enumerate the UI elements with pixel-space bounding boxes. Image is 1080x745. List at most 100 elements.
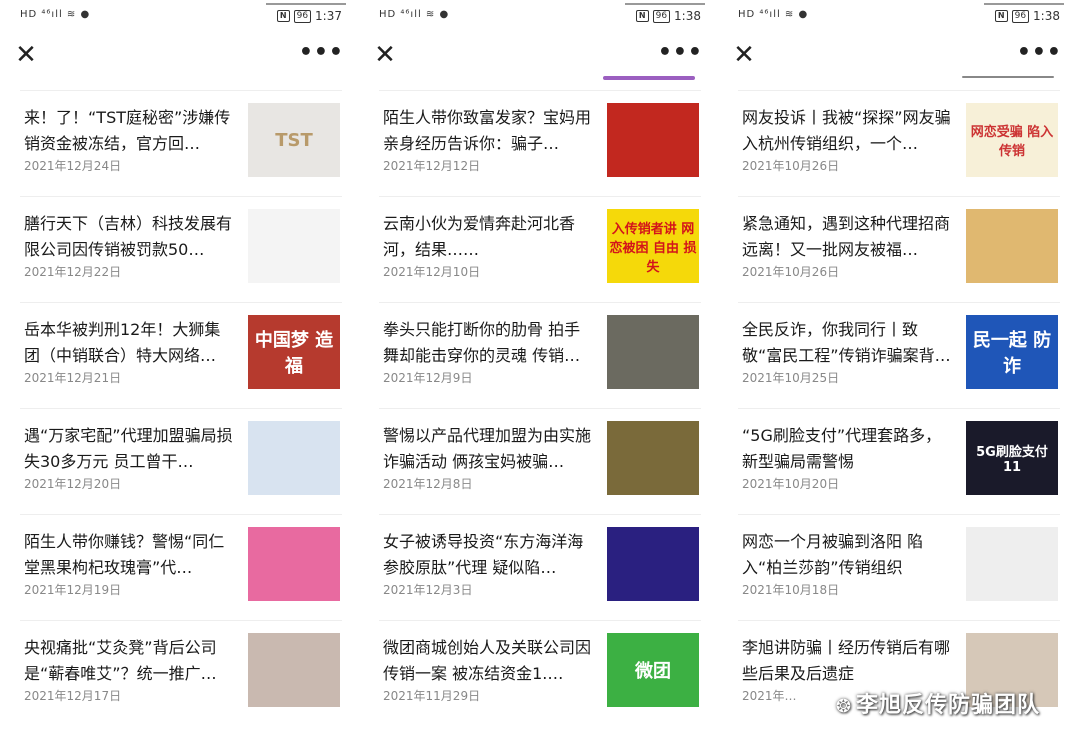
article-title: 央视痛批“艾灸凳”背后公司是“蕲春唯艾”？统一推广… bbox=[24, 638, 217, 683]
more-options-button[interactable]: ••• bbox=[1017, 40, 1062, 65]
article-date: 2021年12月20日 bbox=[24, 477, 122, 491]
list-item[interactable]: 微团商城创始人及关联公司因传销一案 被冻结资金1.… 2021年11月29日 微团 bbox=[379, 620, 701, 726]
status-bar: HD ⁴⁶ıll ≋ ● N 96 1:38 bbox=[720, 4, 1078, 28]
close-button[interactable]: ✕ bbox=[14, 42, 38, 68]
article-date: 2021年12月12日 bbox=[383, 159, 481, 173]
thumbnail-caption: 微团 bbox=[635, 661, 671, 682]
status-time: 1:37 bbox=[315, 9, 342, 23]
thumbnail-caption: 民一起 防诈 bbox=[972, 330, 1052, 377]
article-title: 微团商城创始人及关联公司因传销一案 被冻结资金1.… bbox=[383, 638, 592, 683]
article-title: 陌生人带你致富发家？宝妈用亲身经历告诉你：骗子… bbox=[383, 108, 592, 153]
watermark-text: 李旭反传防骗团队 bbox=[855, 693, 1040, 718]
signal-icons: HD ⁴⁶ıll ≋ ● bbox=[379, 9, 450, 20]
status-time: 1:38 bbox=[1033, 9, 1060, 23]
scroll-progress bbox=[603, 76, 695, 80]
status-right: N 96 1:38 bbox=[994, 9, 1060, 23]
list-item[interactable]: 警惕以产品代理加盟为由实施诈骗活动 俩孩宝妈被骗… 2021年12月8日 bbox=[379, 408, 701, 514]
article-thumbnail bbox=[248, 421, 340, 495]
article-list: 陌生人带你致富发家？宝妈用亲身经历告诉你：骗子… 2021年12月12日云南小伙为… bbox=[379, 90, 701, 726]
more-options-button[interactable]: ••• bbox=[658, 40, 703, 65]
close-button[interactable]: ✕ bbox=[732, 42, 756, 68]
article-thumbnail: 中国梦 造福 bbox=[248, 315, 340, 389]
article-thumbnail bbox=[248, 209, 340, 283]
battery-icon: 96 bbox=[652, 9, 671, 23]
list-item[interactable]: 网友投诉丨我被“探探”网友骗入杭州传销组织，一个… 2021年10月26日 网恋受骗… bbox=[738, 90, 1060, 196]
list-item[interactable]: 全民反诈，你我同行丨致敬“富民工程”传销诈骗案背… 2021年10月25日 民一起 … bbox=[738, 302, 1060, 408]
article-title: 陌生人带你赚钱？警惕“同仁堂黑果枸杞玫瑰膏”代… bbox=[24, 532, 225, 577]
article-thumbnail bbox=[248, 527, 340, 601]
battery-icon: 96 bbox=[293, 9, 312, 23]
list-item[interactable]: 膳行天下（吉林）科技发展有限公司因传销被罚款50… 2021年12月22日 bbox=[20, 196, 342, 302]
thumbnail-caption: 入传销者讲 网恋被困 自由 损失 bbox=[609, 221, 697, 275]
thumbnail-caption: 网恋受骗 陷入传销 bbox=[970, 125, 1054, 159]
article-thumbnail bbox=[966, 527, 1058, 601]
article-thumbnail bbox=[607, 527, 699, 601]
nfc-icon: N bbox=[994, 10, 1008, 22]
status-bar: HD ⁴⁶ıll ≋ ● N 96 1:38 bbox=[361, 4, 719, 28]
article-date: 2021年12月19日 bbox=[24, 583, 122, 597]
nav-bar: ✕ ••• bbox=[361, 36, 719, 76]
article-thumbnail bbox=[607, 421, 699, 495]
article-list: 网友投诉丨我被“探探”网友骗入杭州传销组织，一个… 2021年10月26日 网恋受骗… bbox=[738, 90, 1060, 726]
list-item[interactable]: 紧急通知，遇到这种代理招商远离！又一批网友被福… 2021年10月26日 bbox=[738, 196, 1060, 302]
scroll-progress bbox=[962, 76, 1054, 78]
watermark: ❂ 李旭反传防骗团队 bbox=[836, 687, 1040, 719]
article-thumbnail: 入传销者讲 网恋被困 自由 损失 bbox=[607, 209, 699, 283]
signal-icons: HD ⁴⁶ıll ≋ ● bbox=[20, 9, 91, 20]
article-thumbnail: 网恋受骗 陷入传销 bbox=[966, 103, 1058, 177]
article-thumbnail: 微团 bbox=[607, 633, 699, 707]
article-title: 遇“万家宅配”代理加盟骗局损失30多万元 员工曾干… bbox=[24, 426, 233, 471]
article-title: “5G刷脸支付”代理套路多，新型骗局需警惕 bbox=[742, 426, 942, 471]
article-date: 2021年10月18日 bbox=[742, 583, 840, 597]
list-item[interactable]: 来！了！“TST庭秘密”涉嫌传销资金被冻结，官方回… 2021年12月24日 TST bbox=[20, 90, 342, 196]
close-button[interactable]: ✕ bbox=[373, 42, 397, 68]
signal-icons: HD ⁴⁶ıll ≋ ● bbox=[738, 9, 809, 20]
nfc-icon: N bbox=[276, 10, 290, 22]
list-item[interactable]: 女子被诱导投资“东方海洋海参胶原肽”代理 疑似陷… 2021年12月3日 bbox=[379, 514, 701, 620]
article-date: 2021年… bbox=[742, 689, 797, 703]
article-date: 2021年12月24日 bbox=[24, 159, 122, 173]
article-date: 2021年10月26日 bbox=[742, 159, 840, 173]
list-item[interactable]: 遇“万家宅配”代理加盟骗局损失30多万元 员工曾干… 2021年12月20日 bbox=[20, 408, 342, 514]
thumbnail-caption: 5G刷脸支付 11 bbox=[976, 445, 1048, 475]
more-options-button[interactable]: ••• bbox=[299, 40, 344, 65]
article-thumbnail: 民一起 防诈 bbox=[966, 315, 1058, 389]
article-thumbnail bbox=[248, 633, 340, 707]
battery-icon: 96 bbox=[1011, 9, 1030, 23]
article-date: 2021年12月3日 bbox=[383, 583, 473, 597]
list-item[interactable]: 云南小伙为爱情奔赴河北香河，结果…… 2021年12月10日 入传销者讲 网恋被困 … bbox=[379, 196, 701, 302]
thumbnail-caption: TST bbox=[275, 129, 313, 151]
list-item[interactable]: “5G刷脸支付”代理套路多，新型骗局需警惕 2021年10月20日 5G刷脸支付 1… bbox=[738, 408, 1060, 514]
article-thumbnail bbox=[966, 209, 1058, 283]
article-date: 2021年12月8日 bbox=[383, 477, 473, 491]
list-item[interactable]: 岳本华被判刑12年！大狮集团（中销联合）特大网络… 2021年12月21日 中国梦 … bbox=[20, 302, 342, 408]
article-date: 2021年11月29日 bbox=[383, 689, 481, 703]
status-bar: HD ⁴⁶ıll ≋ ● N 96 1:37 bbox=[2, 4, 360, 28]
article-title: 岳本华被判刑12年！大狮集团（中销联合）特大网络… bbox=[24, 320, 221, 365]
article-thumbnail: 5G刷脸支付 11 bbox=[966, 421, 1058, 495]
article-title: 拳头只能打断你的肋骨 拍手舞却能击穿你的灵魂 传销… bbox=[383, 320, 581, 365]
article-title: 网恋一个月被骗到洛阳 陷入“柏兰莎韵”传销组织 bbox=[742, 532, 924, 577]
article-date: 2021年12月17日 bbox=[24, 689, 122, 703]
article-list-panel-2: HD ⁴⁶ıll ≋ ● N 96 1:38 ✕ ••• 陌生人带你致富发家？宝妈用亲身经历… bbox=[361, 0, 719, 745]
article-title: 紧急通知，遇到这种代理招商远离！又一批网友被福… bbox=[742, 214, 951, 259]
list-item[interactable]: 网恋一个月被骗到洛阳 陷入“柏兰莎韵”传销组织 2021年10月18日 bbox=[738, 514, 1060, 620]
article-date: 2021年10月26日 bbox=[742, 265, 840, 279]
list-item[interactable]: 陌生人带你赚钱？警惕“同仁堂黑果枸杞玫瑰膏”代… 2021年12月19日 bbox=[20, 514, 342, 620]
article-date: 2021年10月20日 bbox=[742, 477, 840, 491]
list-item[interactable]: 拳头只能打断你的肋骨 拍手舞却能击穿你的灵魂 传销… 2021年12月9日 bbox=[379, 302, 701, 408]
article-title: 来！了！“TST庭秘密”涉嫌传销资金被冻结，官方回… bbox=[24, 108, 231, 153]
list-item[interactable]: 陌生人带你致富发家？宝妈用亲身经历告诉你：骗子… 2021年12月12日 bbox=[379, 90, 701, 196]
article-thumbnail bbox=[607, 315, 699, 389]
article-date: 2021年12月21日 bbox=[24, 371, 122, 385]
list-item[interactable]: 央视痛批“艾灸凳”背后公司是“蕲春唯艾”？统一推广… 2021年12月17日 bbox=[20, 620, 342, 726]
article-list: 来！了！“TST庭秘密”涉嫌传销资金被冻结，官方回… 2021年12月24日 TST… bbox=[20, 90, 342, 726]
article-list-panel-3: HD ⁴⁶ıll ≋ ● N 96 1:38 ✕ ••• 网友投诉丨我被“探探”网友骗入杭州… bbox=[720, 0, 1078, 745]
status-right: N 96 1:38 bbox=[635, 9, 701, 23]
article-title: 女子被诱导投资“东方海洋海参胶原肽”代理 疑似陷… bbox=[383, 532, 584, 577]
nav-bar: ✕ ••• bbox=[720, 36, 1078, 76]
article-date: 2021年12月9日 bbox=[383, 371, 473, 385]
article-date: 2021年12月10日 bbox=[383, 265, 481, 279]
article-thumbnail bbox=[607, 103, 699, 177]
article-date: 2021年10月25日 bbox=[742, 371, 840, 385]
